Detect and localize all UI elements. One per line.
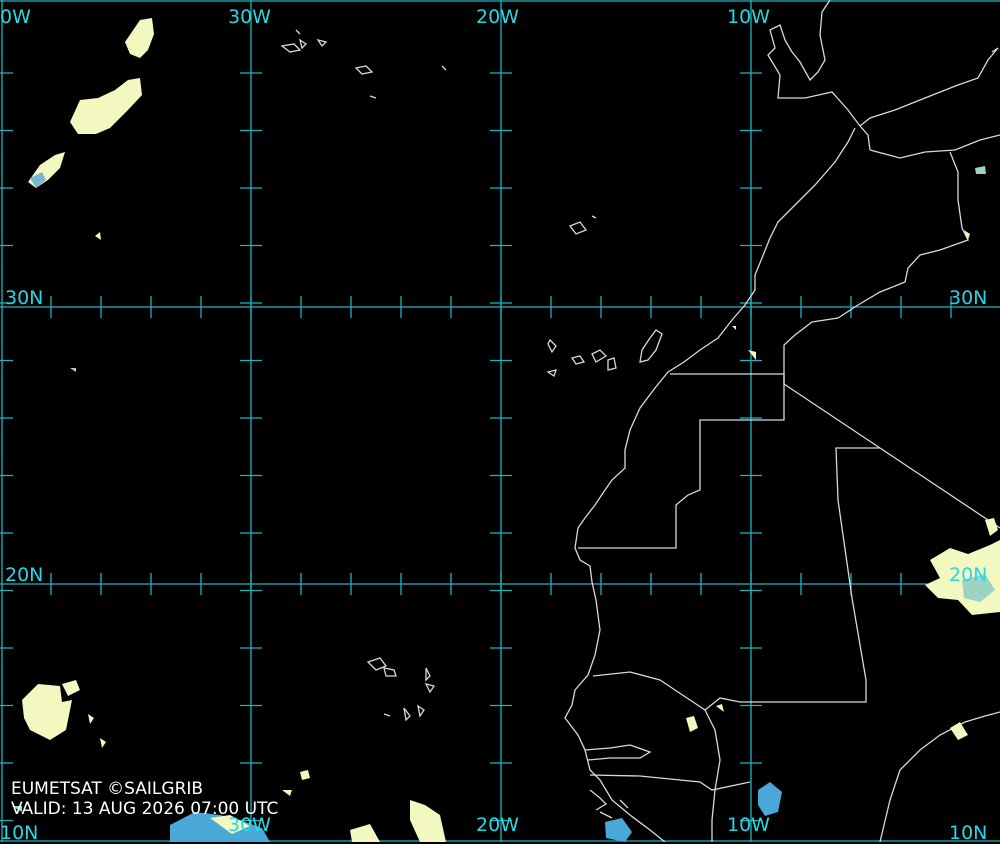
cloud-small-warm (282, 230, 970, 796)
cloud-cover (12, 18, 1000, 842)
lat-label-left-1: 20N (5, 564, 44, 586)
credit-source: EUMETSAT ©SAILGRIB (11, 779, 204, 799)
lon-label-top-1: 30W (228, 6, 271, 28)
algeria-interior (783, 125, 969, 384)
cloud-sahel-east (925, 518, 1000, 740)
north-africa-coast (564, 127, 856, 842)
lat-label-right-1: 20N (949, 564, 988, 586)
maghreb-coast (869, 134, 1000, 159)
lon-label-bottom-1: 20W (476, 814, 519, 836)
lat-label-right-0: 30N (949, 287, 988, 309)
credit-valid-time: VALID: 13 AUG 2026 07:00 UTC (11, 799, 279, 819)
mali-border (704, 383, 1000, 711)
lat-label-right-2: 10N (949, 822, 988, 844)
lat-label-left-bottom: 10N (0, 822, 39, 844)
azores (280, 29, 447, 99)
guinea-border (589, 774, 751, 791)
gambia-outline (584, 744, 652, 761)
canary-islands (546, 329, 663, 378)
western-sahara-border (578, 373, 785, 549)
lon-label-top-0: 0W (0, 6, 31, 28)
iberia-coast (767, 0, 999, 127)
cape-verde (366, 657, 436, 722)
cloud-azores-nw (28, 18, 154, 240)
lon-label-top-2: 20W (476, 6, 519, 28)
satellite-map (0, 0, 1000, 842)
cloud-sw-atlantic (22, 680, 106, 748)
cloud-small-mid (12, 166, 986, 812)
lat-lon-grid (0, 0, 1000, 842)
lon-label-top-3: 10W (727, 6, 770, 28)
lat-label-left-0: 30N (5, 287, 44, 309)
madeira (568, 215, 597, 235)
senegal-river (592, 671, 721, 842)
lon-label-bottom-2: 10W (727, 814, 770, 836)
coastlines-and-borders (280, 0, 1000, 842)
